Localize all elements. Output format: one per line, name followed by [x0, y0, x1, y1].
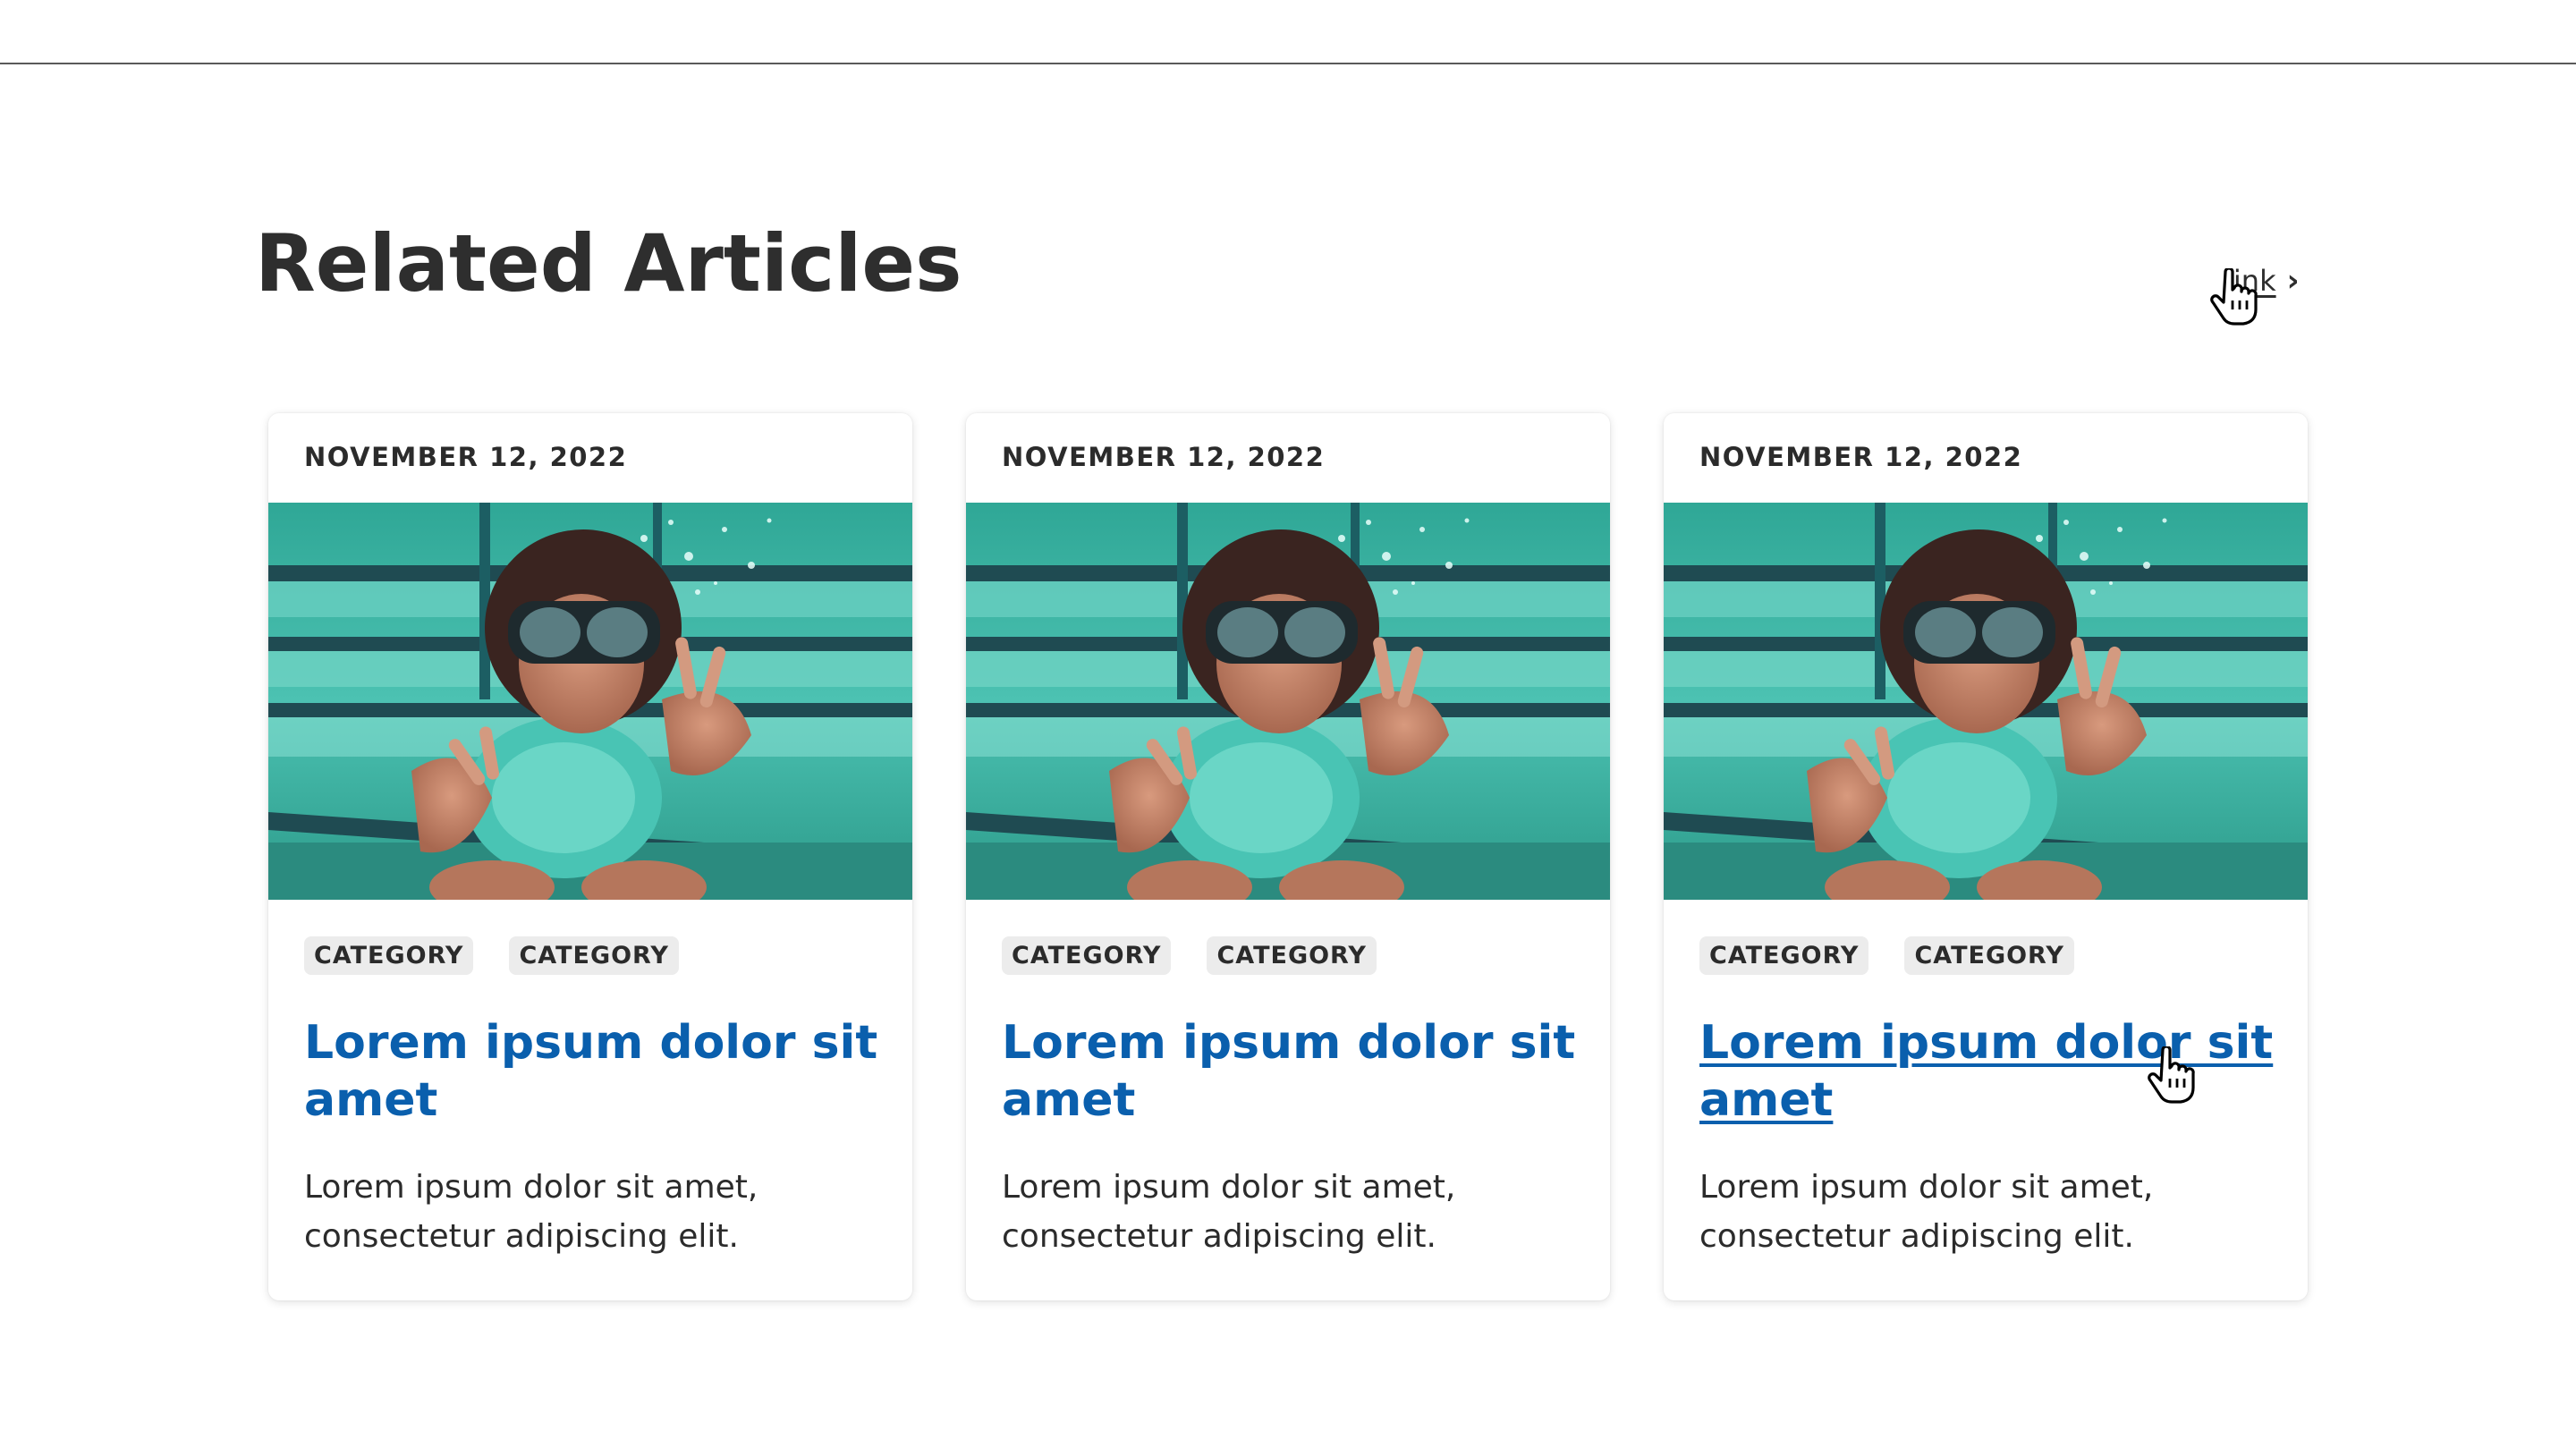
category-tag[interactable]: CATEGORY	[509, 936, 679, 975]
tag-list: CATEGORY CATEGORY	[1699, 936, 2074, 975]
article-card[interactable]: NOVEMBER 12, 2022 CATEGORY CATEGORY Lore…	[1664, 413, 2308, 1300]
tag-list: CATEGORY CATEGORY	[304, 936, 679, 975]
top-divider	[0, 63, 2576, 64]
section-title: Related Articles	[255, 217, 962, 309]
chevron-right-icon: ›	[2286, 263, 2300, 299]
article-excerpt: Lorem ipsum dolor sit amet, consectetur …	[1699, 1169, 2154, 1255]
category-tag[interactable]: CATEGORY	[1207, 936, 1377, 975]
category-tag[interactable]: CATEGORY	[1904, 936, 2074, 975]
category-tag[interactable]: CATEGORY	[1699, 936, 1869, 975]
tag-list: CATEGORY CATEGORY	[1002, 936, 1377, 975]
article-card[interactable]: NOVEMBER 12, 2022 CATEGORY CATEGORY Lore…	[966, 413, 1610, 1300]
category-tag[interactable]: CATEGORY	[304, 936, 474, 975]
view-all-link-label: link	[2225, 264, 2276, 298]
article-date: NOVEMBER 12, 2022	[1002, 442, 1326, 472]
article-date: NOVEMBER 12, 2022	[1699, 442, 2023, 472]
article-title-link[interactable]: Lorem ipsum dolor sit amet	[1699, 1014, 2290, 1129]
article-title-link[interactable]: Lorem ipsum dolor sit amet	[304, 1014, 894, 1129]
article-excerpt: Lorem ipsum dolor sit amet, consectetur …	[304, 1169, 758, 1255]
article-card[interactable]: NOVEMBER 12, 2022 CATEGORY CATEGORY Lore…	[268, 413, 912, 1300]
article-title-link[interactable]: Lorem ipsum dolor sit amet	[1002, 1014, 1592, 1129]
view-all-link[interactable]: link ›	[2225, 263, 2300, 299]
article-date: NOVEMBER 12, 2022	[304, 442, 628, 472]
article-cards: NOVEMBER 12, 2022 CATEGORY CATEGORY Lore…	[268, 413, 2308, 1300]
article-excerpt: Lorem ipsum dolor sit amet, consectetur …	[1002, 1169, 1456, 1255]
category-tag[interactable]: CATEGORY	[1002, 936, 1172, 975]
article-image[interactable]	[268, 503, 912, 900]
article-image[interactable]	[966, 503, 1610, 900]
article-image[interactable]	[1664, 503, 2308, 900]
